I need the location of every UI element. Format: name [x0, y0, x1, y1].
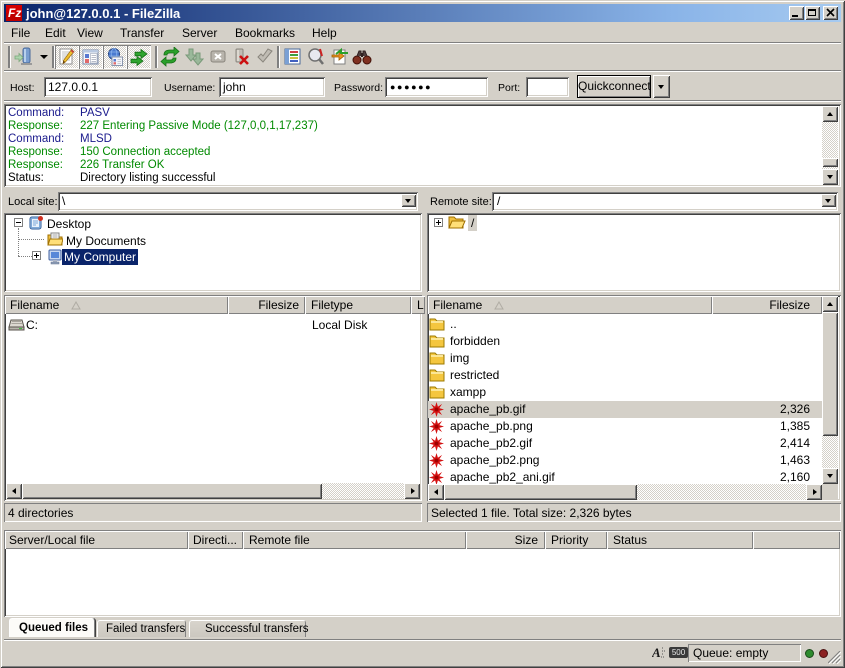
svg-text:A: A	[652, 645, 661, 660]
svg-text:Fz: Fz	[8, 6, 21, 20]
